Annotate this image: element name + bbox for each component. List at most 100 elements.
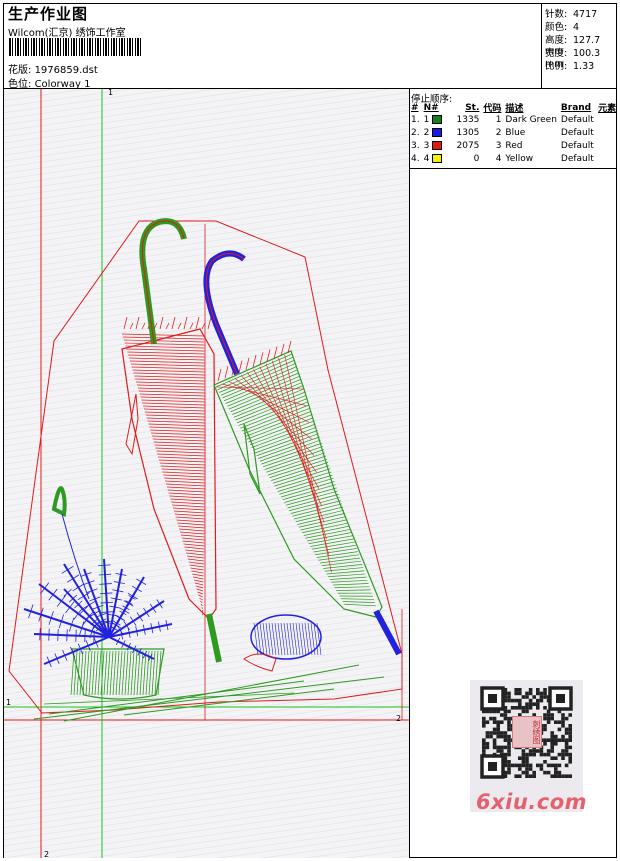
green-stitch <box>277 474 333 492</box>
fern-leaflet <box>58 621 62 629</box>
fern-leaflet <box>146 612 150 618</box>
qr-module <box>536 749 540 753</box>
qr-module <box>561 734 565 739</box>
qr-module <box>507 698 511 703</box>
red-stitch <box>171 501 206 505</box>
red-stitch <box>186 555 205 559</box>
qr-module <box>492 727 497 732</box>
pot-stitch <box>82 650 87 696</box>
qr-module <box>536 698 540 703</box>
col-element: 元素 <box>598 104 617 114</box>
barcode-bar <box>28 38 29 56</box>
qr-module <box>539 695 544 699</box>
qr-finder-center <box>556 694 565 703</box>
qr-module <box>496 745 500 750</box>
barcode-bar <box>135 38 136 56</box>
qr-module <box>528 706 533 710</box>
qr-module <box>543 727 547 732</box>
qr-module <box>525 695 529 699</box>
qr-module <box>557 770 562 775</box>
red-stitch <box>152 438 206 442</box>
qr-module <box>507 734 511 739</box>
qr-module <box>550 756 554 760</box>
red-stitch <box>143 408 206 412</box>
fern-leaflet <box>28 611 32 619</box>
qr-module <box>557 720 562 724</box>
fern-leaflet <box>78 600 83 605</box>
barcode-bar <box>60 38 61 56</box>
qr-module <box>528 749 533 753</box>
qr-module <box>554 763 558 768</box>
row-number: 1. <box>411 115 420 126</box>
row-brand: Default <box>560 128 594 139</box>
qr-module <box>496 720 500 724</box>
fern-leaflet <box>123 620 127 626</box>
red-stitch <box>158 459 206 463</box>
qr-module <box>536 706 540 710</box>
green-fringe <box>266 349 271 362</box>
qr-module <box>532 702 536 706</box>
qr-module <box>543 738 547 742</box>
qr-module <box>564 738 569 742</box>
qr-module <box>546 749 551 753</box>
qr-module <box>561 724 565 728</box>
red-stitch <box>181 537 205 541</box>
fern-leaflet <box>82 619 87 626</box>
qr-module <box>514 763 518 768</box>
fern-leaflet <box>67 588 72 594</box>
fern-leaflet <box>143 607 147 613</box>
qr-module <box>554 738 558 742</box>
barcode-bar <box>124 38 125 56</box>
red-stitch <box>130 363 205 367</box>
red-stitch <box>184 546 205 550</box>
qr-module <box>550 774 554 778</box>
fern-leaflet <box>77 595 85 601</box>
info-value: 1.33 <box>573 61 595 72</box>
qr-module <box>568 713 572 717</box>
qr-module <box>496 727 500 732</box>
red-stitch <box>199 600 203 604</box>
qr-module <box>489 734 493 739</box>
qr-module <box>503 713 508 717</box>
qr-module <box>525 691 529 696</box>
red-stitch <box>165 480 206 484</box>
qr-module <box>543 695 547 699</box>
fern-leaflet <box>61 569 68 574</box>
red-stitch <box>162 471 206 475</box>
barcode-bar <box>41 38 43 56</box>
green-stitch <box>274 468 331 487</box>
fern-leaflet <box>88 580 95 583</box>
col-code: 代码 <box>483 104 502 114</box>
qr-module <box>561 749 565 753</box>
flower-stem <box>61 513 90 600</box>
red-stitch <box>179 531 205 535</box>
row-code: 2 <box>495 128 502 139</box>
color-swatch <box>432 128 443 138</box>
qr-module <box>503 745 508 750</box>
row-description: Yellow <box>505 153 534 164</box>
fern-leaflet <box>152 607 157 613</box>
col-index: # <box>411 102 419 113</box>
qr-module <box>564 731 569 735</box>
fern-leaflet <box>66 578 74 583</box>
info-label: 比例: <box>545 61 568 72</box>
pot-stitch <box>115 650 120 696</box>
green-fringe <box>252 354 257 368</box>
qr-module <box>528 752 533 757</box>
qr-module <box>561 716 565 721</box>
qr-module <box>564 716 569 721</box>
green-fringe <box>224 366 229 379</box>
red-stitch <box>183 543 205 547</box>
barcode-bar <box>44 38 45 56</box>
green-stitch <box>250 420 315 446</box>
watermark-logo: 6xiu.com <box>476 790 588 814</box>
qr-module <box>489 731 493 735</box>
pot-stitch <box>91 650 96 696</box>
fern-leaflet <box>67 565 74 571</box>
qr-module <box>568 731 572 735</box>
fern-leaflet <box>80 574 87 577</box>
qr-module <box>546 752 551 757</box>
row-needle: 1 <box>423 114 446 127</box>
red-fringe <box>141 322 146 330</box>
qr-module <box>539 698 544 703</box>
